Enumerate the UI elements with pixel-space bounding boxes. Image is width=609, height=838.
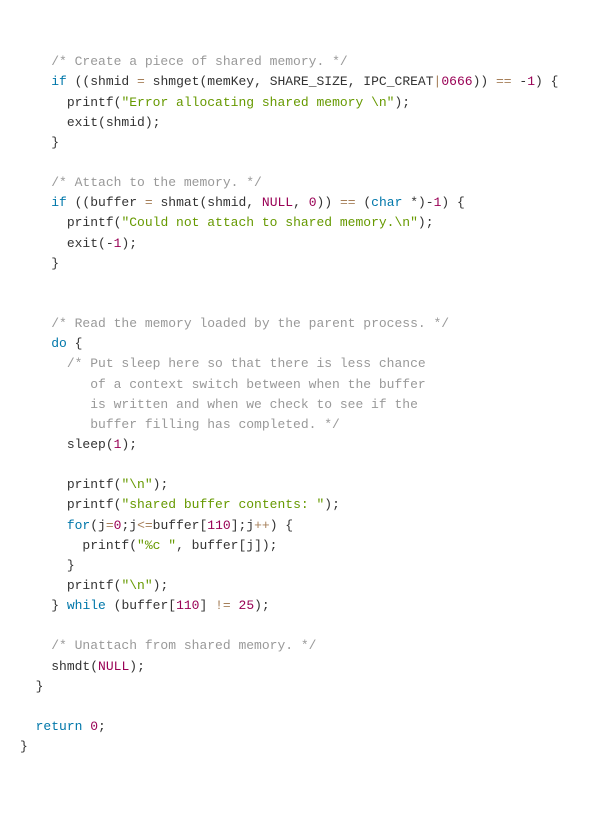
comment-create: /* Create a piece of shared memory. */: [51, 54, 347, 69]
keyword-if: if: [51, 74, 67, 89]
fn-exit: exit: [67, 236, 98, 251]
fn-shmget: shmget: [153, 74, 200, 89]
keyword-do: do: [51, 336, 67, 351]
keyword-if: if: [51, 195, 67, 210]
keyword-while: while: [67, 598, 106, 613]
string-literal: "shared buffer contents: ": [121, 497, 324, 512]
fn-printf: printf: [67, 215, 114, 230]
fn-printf: printf: [67, 578, 114, 593]
fn-printf: printf: [67, 95, 114, 110]
fn-printf: printf: [82, 538, 129, 553]
fn-shmat: shmat: [160, 195, 199, 210]
fn-exit: exit: [67, 115, 98, 130]
string-literal: "Could not attach to shared memory.\n": [121, 215, 417, 230]
comment-read: /* Read the memory loaded by the parent …: [51, 316, 449, 331]
fn-sleep: sleep: [67, 437, 106, 452]
string-literal: "\n": [121, 578, 152, 593]
string-literal: "Error allocating shared memory \n": [121, 95, 394, 110]
code-block: /* Create a piece of shared memory. */ i…: [20, 54, 558, 754]
comment-unattach: /* Unattach from shared memory. */: [51, 638, 316, 653]
keyword-for: for: [67, 518, 90, 533]
string-literal: "\n": [121, 477, 152, 492]
fn-shmdt: shmdt: [51, 659, 90, 674]
comment-attach: /* Attach to the memory. */: [51, 175, 262, 190]
string-literal: "%c ": [137, 538, 176, 553]
comment-sleep: /* Put sleep here so that there is less …: [67, 356, 426, 371]
fn-printf: printf: [67, 497, 114, 512]
type-char: char: [371, 195, 402, 210]
fn-printf: printf: [67, 477, 114, 492]
